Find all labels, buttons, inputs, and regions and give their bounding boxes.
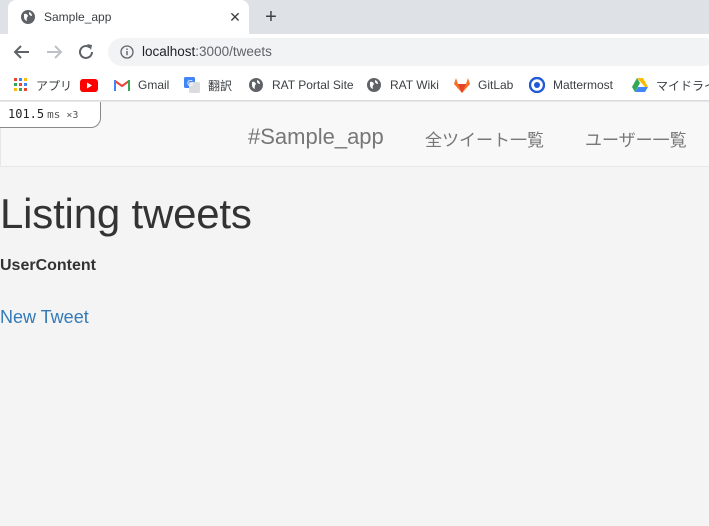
translate-icon: G xyxy=(184,77,200,93)
browser-toolbar: localhost:3000/tweets xyxy=(0,34,709,70)
bookmark-gitlab[interactable]: GitLab xyxy=(454,76,513,94)
tab-close-icon[interactable]: ✕ xyxy=(225,7,245,27)
bookmark-label: アプリ xyxy=(36,78,73,93)
bookmark-label: 翻訳 xyxy=(208,78,233,93)
bookmark-apps[interactable]: アプリ xyxy=(14,76,72,94)
bookmark-translate[interactable]: G 翻訳 xyxy=(184,76,232,94)
svg-text:G: G xyxy=(187,79,193,88)
bookmark-rat-portal[interactable]: RAT Portal Site xyxy=(248,76,354,94)
gmail-icon xyxy=(114,80,130,91)
apps-grid-icon xyxy=(14,78,27,91)
bookmark-youtube[interactable] xyxy=(80,76,106,94)
mattermost-icon xyxy=(529,77,545,93)
bookmarks-bar: アプリ Gmail G 翻訳 RAT Portal Site RAT Wiki xyxy=(0,70,709,101)
profiler-badge[interactable]: 101.5 ms ×3 xyxy=(0,102,101,128)
globe-icon xyxy=(367,78,381,92)
profiler-time: 101.5 xyxy=(8,107,45,121)
bookmark-label: Gmail xyxy=(138,78,170,92)
profiler-unit: ms xyxy=(47,108,61,121)
url-text: localhost:3000/tweets xyxy=(142,44,272,59)
url-path: :3000/tweets xyxy=(195,44,272,59)
address-bar[interactable]: localhost:3000/tweets xyxy=(108,38,709,66)
gitlab-icon xyxy=(454,77,470,93)
user-content-label: UserContent xyxy=(0,257,97,274)
forward-arrow-icon[interactable] xyxy=(42,40,66,64)
info-icon[interactable] xyxy=(120,45,134,59)
bookmark-label: GitLab xyxy=(478,78,514,92)
navbar-brand[interactable]: #Sample_app xyxy=(248,124,384,150)
page-title: Listing tweets xyxy=(0,190,252,237)
url-host: localhost xyxy=(142,44,196,59)
new-tweet-link[interactable]: New Tweet xyxy=(0,307,89,328)
bookmark-mattermost[interactable]: Mattermost xyxy=(529,76,613,94)
globe-icon xyxy=(249,78,263,92)
bookmark-rat-wiki[interactable]: RAT Wiki xyxy=(366,76,439,94)
bookmark-label: RAT Portal Site xyxy=(272,78,354,92)
bookmark-gmail[interactable]: Gmail xyxy=(114,76,169,94)
back-arrow-icon[interactable] xyxy=(10,40,34,64)
nav-link-users[interactable]: ユーザー一覧 xyxy=(585,126,687,151)
nav-link-all-tweets[interactable]: 全ツイート一覧 xyxy=(425,126,544,151)
youtube-icon xyxy=(80,78,98,92)
navbar: #Sample_app 全ツイート一覧 ユーザー一覧 xyxy=(0,101,709,167)
globe-icon xyxy=(21,10,35,24)
bookmark-google-drive[interactable]: マイドライブ xyxy=(632,76,709,94)
new-tab-icon[interactable]: + xyxy=(260,6,282,28)
bookmark-label: Mattermost xyxy=(553,78,614,92)
browser-tab[interactable]: Sample_app ✕ xyxy=(8,0,249,34)
bookmark-label: マイドライブ xyxy=(656,78,709,93)
profiler-count: ×3 xyxy=(66,110,79,121)
reload-icon[interactable] xyxy=(74,40,98,64)
browser-tabstrip: Sample_app ✕ + xyxy=(0,0,709,34)
google-drive-icon xyxy=(632,78,648,92)
bookmark-label: RAT Wiki xyxy=(390,78,439,92)
tab-title: Sample_app xyxy=(44,10,112,24)
